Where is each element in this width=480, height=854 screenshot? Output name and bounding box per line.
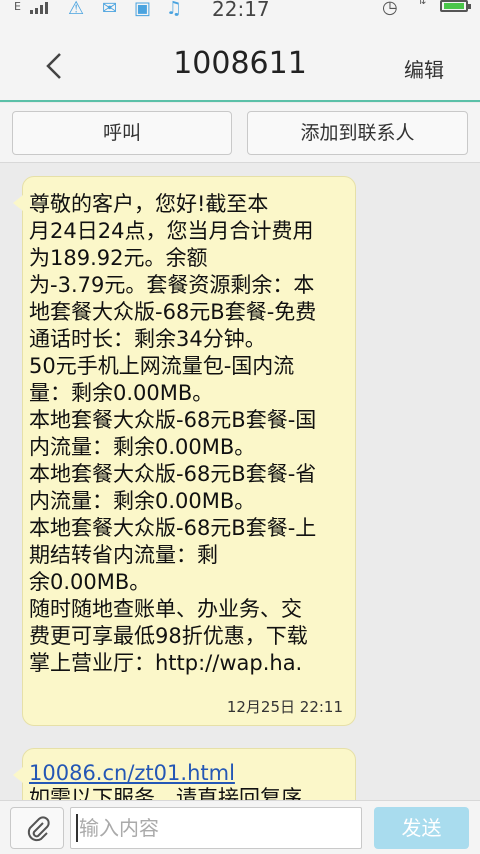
alarm-icon: ◷ [382,0,398,18]
data-activity-icon: ⇅ [418,0,427,7]
music-icon: ♫ [166,0,183,19]
send-button[interactable]: 发送 [374,807,469,849]
text-cursor [76,814,78,842]
add-to-contacts-button[interactable]: 添加到联系人 [247,111,468,155]
message-bubble[interactable]: 10086.cn/zt01.html 如需以下服务，请直接回复序 [13,748,356,800]
paperclip-icon [27,816,50,842]
attach-button[interactable] [10,807,64,849]
message-icon: ✉ [102,0,118,19]
conversation-list[interactable]: 尊敬的客户，您好!截至本 月24日24点，您当月合计费用 为189.92元。余额… [0,164,480,800]
call-button[interactable]: 呼叫 [12,111,232,155]
status-bar: E ⚠ ✉ ▣ ♫ 22:17 ◷ ⇅ [0,0,480,21]
message-input[interactable]: 输入内容 [70,807,362,849]
message-text: 如需以下服务，请直接回复序 [29,786,302,800]
message-timestamp: 12月25日 22:11 [226,698,343,716]
signal-icon [30,2,48,14]
message-text: 尊敬的客户，您好!截至本 月24日24点，您当月合计费用 为189.92元。余额… [29,192,317,675]
composer: 输入内容 发送 [0,800,480,854]
image-icon: ▣ [134,0,152,19]
header: 1008611 编辑 [0,20,480,102]
message-link[interactable]: 10086.cn/zt01.html [29,761,235,785]
warning-icon: ⚠ [68,0,85,19]
network-type: E [14,0,21,13]
edit-button[interactable]: 编辑 [404,54,444,83]
status-time: 22:17 [212,0,270,21]
battery-icon [440,0,471,12]
action-bar: 呼叫 添加到联系人 [0,103,480,163]
message-bubble[interactable]: 尊敬的客户，您好!截至本 月24日24点，您当月合计费用 为189.92元。余额… [13,176,356,726]
